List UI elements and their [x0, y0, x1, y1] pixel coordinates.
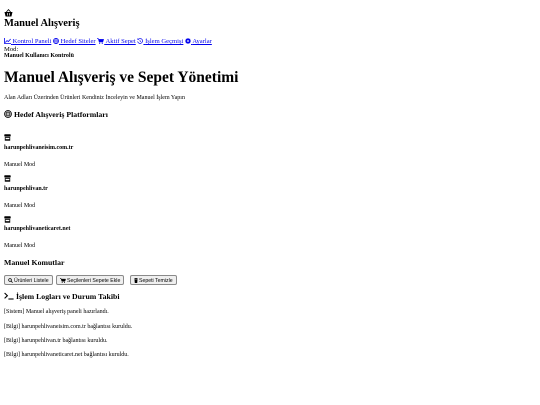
target-icon — [4, 110, 12, 118]
platform-mode: Manuel Mod — [4, 243, 36, 249]
shopping-cart-icon — [97, 38, 105, 44]
add-to-cart-button[interactable]: Seçilenleri Sepete Ekle — [56, 275, 125, 285]
page-title: Manuel Alışveriş ve Sepet Yönetimi — [4, 69, 239, 86]
store-icon — [4, 127, 11, 145]
log-entry: [Bilgi] harunpehlivaneticaret.net bağlan… — [4, 352, 129, 358]
gear-icon — [185, 38, 192, 44]
platform-name: harunpehlivaneticaret.net — [4, 226, 71, 232]
log-entry: [Bilgi] harunpehlivaneisim.com.tr bağlan… — [4, 324, 133, 330]
log-entry: [Bilgi] harunpehlivan.tr bağlantısı kuru… — [4, 338, 108, 344]
nav-item-kontrol-paneli[interactable]: Kontrol Paneli — [4, 38, 51, 45]
store-icon — [4, 209, 11, 227]
page-subtitle: Alan Adları Üzerinden Ürünleri Kendiniz … — [4, 95, 185, 101]
terminal-icon — [4, 292, 14, 300]
history-icon — [137, 38, 144, 44]
store-icon — [4, 168, 11, 186]
commands-heading: Manuel Komutlar — [4, 258, 65, 267]
nav-item-hedef-siteler[interactable]: Hedef Siteler — [53, 38, 96, 45]
cart-plus-icon — [60, 278, 66, 283]
mode-label: Mod: — [4, 46, 19, 53]
chart-line-icon — [4, 38, 11, 44]
app-title: Manuel Alışveriş — [4, 18, 80, 29]
trash-icon — [134, 278, 138, 283]
search-icon — [8, 278, 13, 283]
nav-item-ayarlar[interactable]: Ayarlar — [185, 38, 212, 45]
nav-item-aktif-sepet[interactable]: Aktif Sepet — [97, 38, 136, 45]
main-nav: Kontrol Paneli Hedef Siteler Aktif Sepet… — [4, 38, 212, 45]
list-products-button[interactable]: Ürünleri Listele — [4, 275, 53, 285]
clear-cart-button[interactable]: Sepeti Temizle — [130, 275, 177, 285]
platform-name: harunpehlivan.tr — [4, 186, 48, 192]
platform-name: harunpehlivaneisim.com.tr — [4, 145, 74, 151]
globe-icon — [53, 38, 59, 44]
logs-heading: İşlem Logları ve Durum Takibi — [4, 292, 120, 301]
platforms-heading: Hedef Alışveriş Platformları — [4, 110, 108, 119]
mode-value: Manuel Kullanıcı Kontrolü — [4, 53, 74, 59]
log-entry: [Sistem] Manuel alışveriş paneli hazırla… — [4, 309, 109, 315]
nav-item-islem-gecmisi[interactable]: İşlem Geçmişi — [137, 38, 183, 45]
